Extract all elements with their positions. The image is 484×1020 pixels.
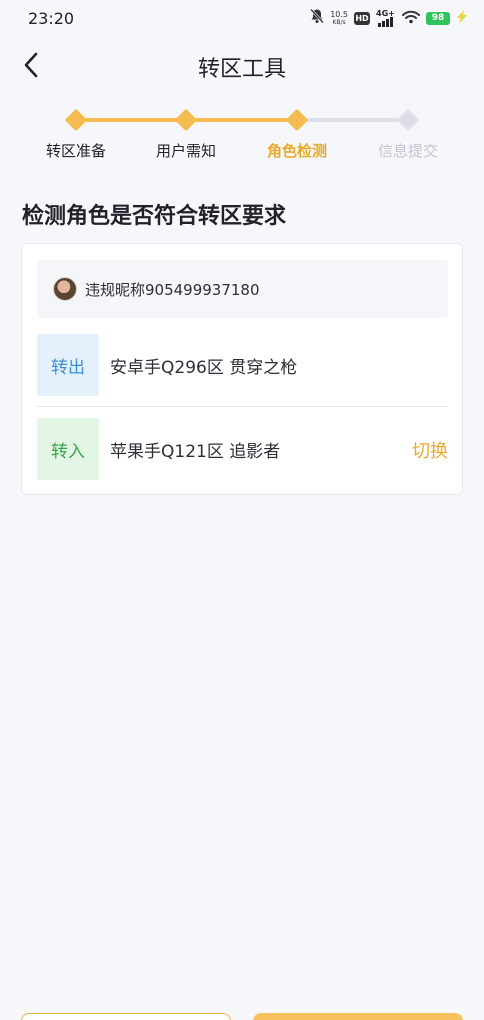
section-title: 检测角色是否符合转区要求 — [22, 204, 287, 229]
transfer-in-server: 苹果手Q121区 追影者 — [110, 441, 281, 462]
step-dot-notice — [174, 108, 198, 132]
transfer-out-server: 安卓手Q296区 贯穿之枪 — [110, 357, 298, 378]
step-dot-submit — [396, 108, 420, 132]
cellular-signal-icon: 4G+ — [376, 9, 396, 27]
step-progress: 转区准备 用户需知 角色检测 信息提交 — [0, 108, 484, 168]
step-dot-prepare — [64, 108, 88, 132]
primary-action-button[interactable] — [253, 1013, 463, 1020]
secondary-action-button[interactable] — [21, 1013, 231, 1020]
transfer-in-tag: 转入 — [37, 418, 99, 480]
net-speed-value: 10.5 — [330, 9, 348, 19]
page-title: 转区工具 — [197, 57, 286, 82]
charging-icon — [456, 9, 468, 28]
role-info-row: 违规昵称905499937180 — [37, 260, 448, 318]
wifi-icon — [402, 9, 420, 28]
role-check-card: 违规昵称905499937180 转出 安卓手Q296区 贯穿之枪 转入 苹果手… — [21, 243, 463, 495]
step-label-submit: 信息提交 — [377, 142, 438, 160]
app-header: 转区工具 — [0, 40, 484, 90]
role-nickname: 违规昵称905499937180 — [85, 280, 260, 299]
step-track-pending — [297, 118, 408, 122]
step-label-prepare: 转区准备 — [45, 142, 106, 160]
transfer-out-row: 转出 安卓手Q296区 贯穿之枪 — [37, 333, 448, 397]
row-divider — [37, 406, 448, 407]
status-bar: 23:20 10.5 KB/s HD 4G+ 98 — [0, 0, 484, 36]
status-icons: 10.5 KB/s HD 4G+ 98 — [310, 8, 468, 28]
transfer-in-row: 转入 苹果手Q121区 追影者 切换 — [37, 417, 448, 481]
transfer-tool-page: 23:20 10.5 KB/s HD 4G+ 98 转区工具 转区准备 用户需知… — [0, 0, 484, 1020]
bell-muted-icon — [310, 8, 325, 28]
status-time: 23:20 — [28, 9, 75, 28]
step-label-detect: 角色检测 — [266, 142, 327, 160]
transfer-out-tag: 转出 — [37, 334, 99, 396]
net-speed-unit: KB/s — [332, 18, 346, 26]
switch-server-button[interactable]: 切换 — [412, 437, 448, 463]
step-dot-detect — [285, 108, 309, 132]
battery-indicator: 98 — [426, 11, 450, 25]
net-speed: 10.5 KB/s — [330, 9, 348, 26]
step-label-notice: 用户需知 — [155, 142, 216, 160]
hd-icon: HD — [354, 11, 370, 25]
avatar — [53, 277, 77, 301]
